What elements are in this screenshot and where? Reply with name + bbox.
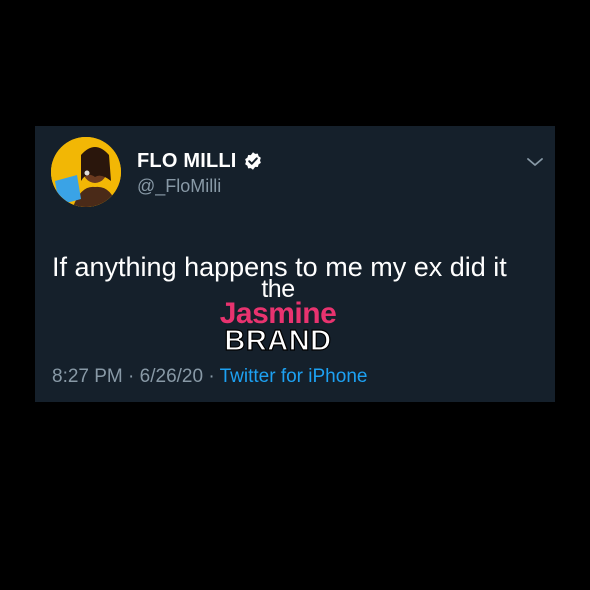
page: FLO MILLI @_FloMilli If anything happens… (0, 0, 590, 590)
chevron-down-icon[interactable] (525, 152, 545, 172)
avatar[interactable] (51, 137, 121, 207)
tweet-date[interactable]: 6/26/20 (140, 366, 203, 387)
avatar-image (51, 137, 121, 207)
tweet-meta: 8:27 PM · 6/26/20 · Twitter for iPhone (52, 366, 367, 388)
user-block[interactable]: FLO MILLI @_FloMilli (137, 148, 263, 197)
display-name-row: FLO MILLI (137, 148, 263, 174)
watermark-jasmine: Jasmine (219, 297, 337, 330)
meta-separator: · (128, 366, 140, 387)
verified-badge-icon (243, 151, 263, 171)
tweet-source-link[interactable]: Twitter for iPhone (220, 366, 368, 387)
handle[interactable]: @_FloMilli (137, 176, 263, 197)
watermark-brand: BRAND (224, 325, 332, 357)
tweet-text: If anything happens to me my ex did it (52, 252, 507, 282)
display-name[interactable]: FLO MILLI (137, 150, 237, 173)
tweet-card[interactable]: FLO MILLI @_FloMilli If anything happens… (35, 126, 555, 402)
meta-separator: · (208, 366, 220, 387)
tweet-time[interactable]: 8:27 PM (52, 366, 123, 387)
